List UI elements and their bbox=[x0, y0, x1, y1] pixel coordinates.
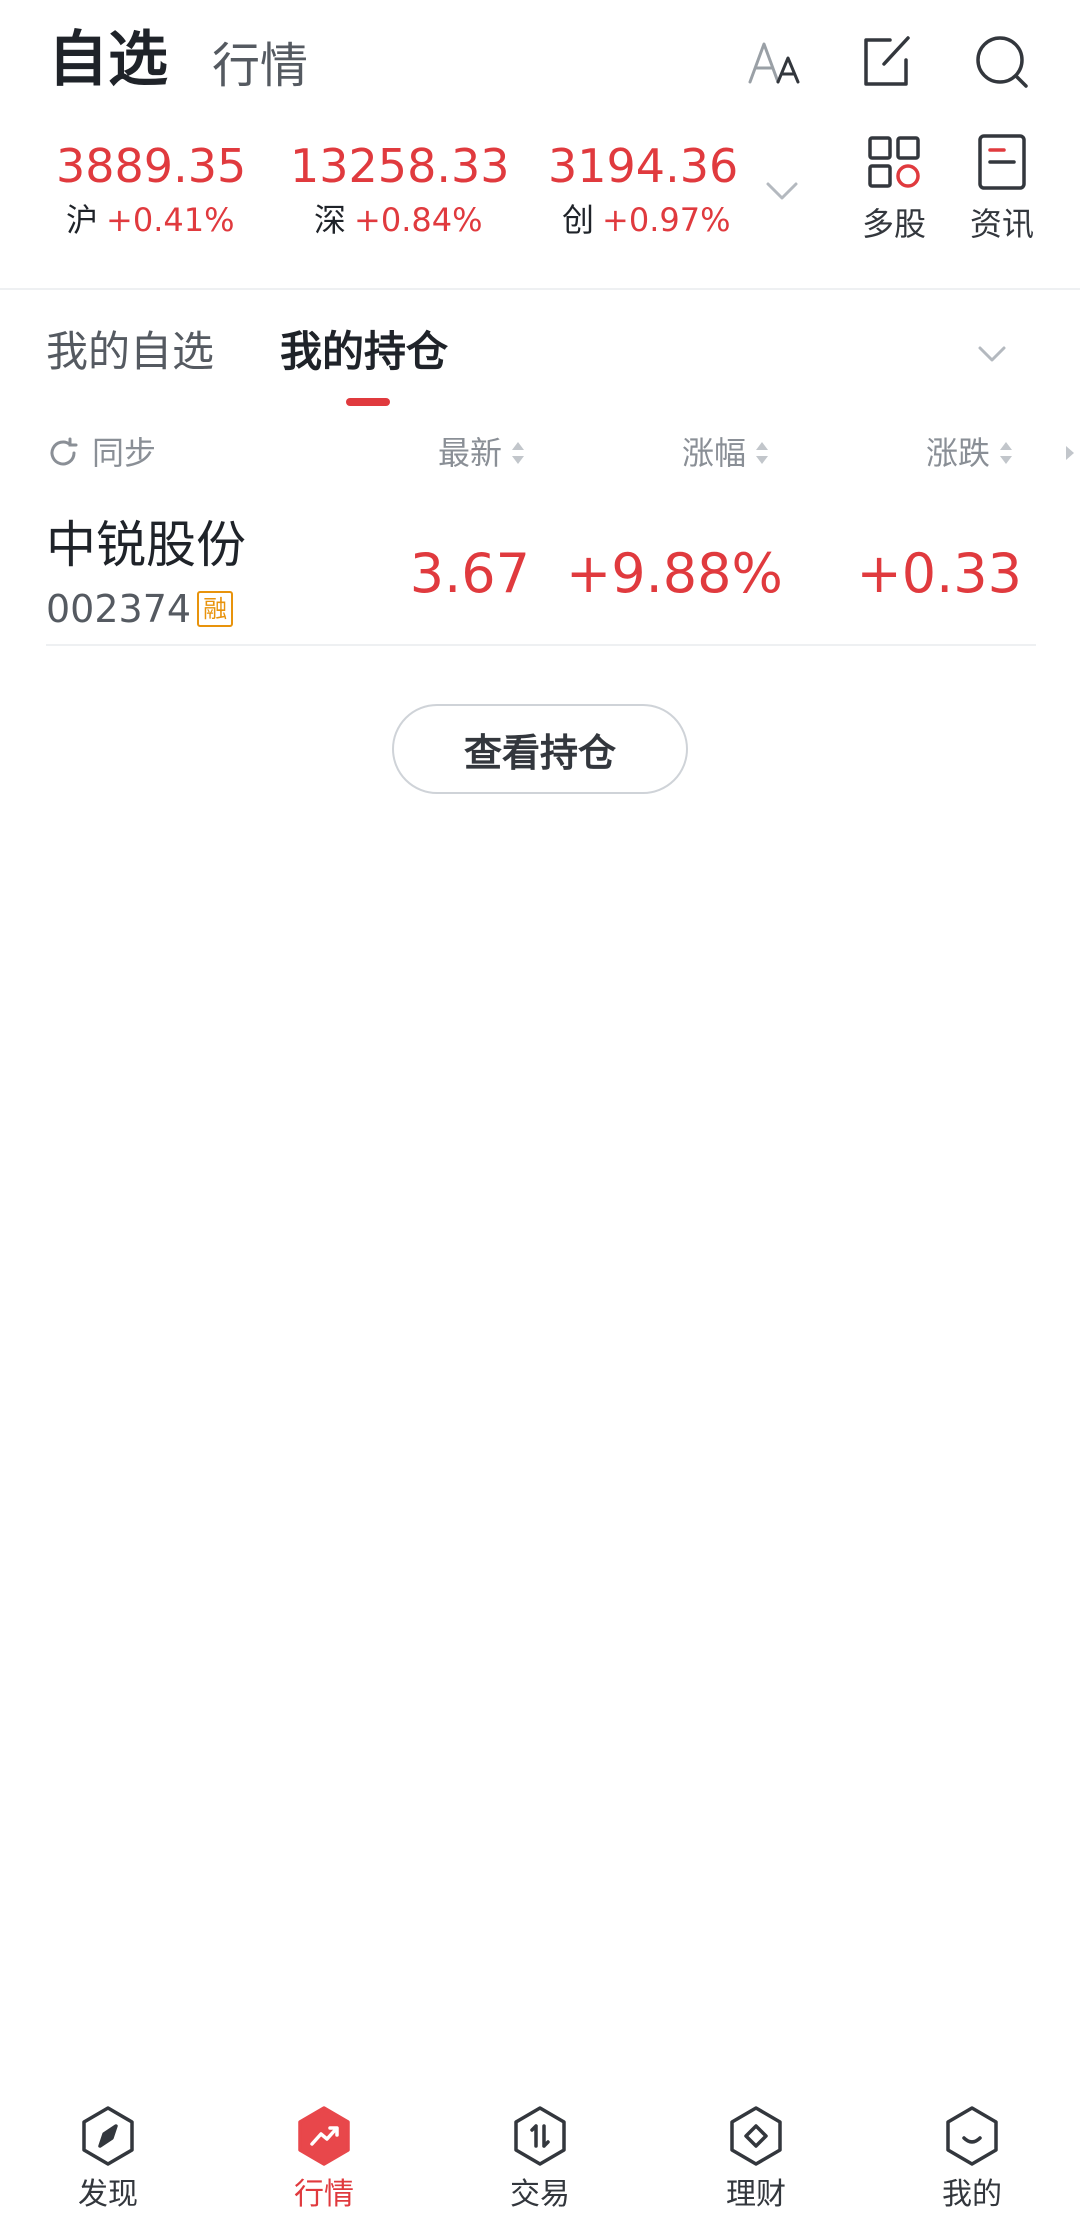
market-icon bbox=[298, 2106, 350, 2166]
change-amount: +0.33 bbox=[856, 542, 1022, 605]
page-title-watchlist[interactable]: 自选 bbox=[48, 22, 168, 98]
index-change: +0.97% bbox=[602, 201, 731, 239]
column-header-change[interactable]: 涨跌 bbox=[926, 430, 1014, 476]
index-change: +0.41% bbox=[106, 201, 235, 239]
margin-badge: 融 bbox=[197, 591, 234, 627]
sort-icon bbox=[756, 442, 769, 464]
nav-label: 发现 bbox=[78, 2177, 138, 2212]
index-change: +0.84% bbox=[354, 201, 483, 239]
nav-label: 我的 bbox=[942, 2177, 1002, 2212]
holdings-tabs: 我的自选 我的持仓 bbox=[0, 300, 1080, 410]
view-holdings-button[interactable]: 查看持仓 bbox=[392, 704, 688, 794]
nav-label: 理财 bbox=[726, 2177, 786, 2212]
scroll-right-icon[interactable] bbox=[1064, 444, 1076, 462]
index-value: 3889.35 bbox=[56, 139, 247, 193]
index-name: 深 bbox=[314, 201, 347, 239]
news-label: 资讯 bbox=[969, 205, 1034, 243]
chevron-down-icon[interactable] bbox=[760, 168, 804, 212]
chevron-down-icon[interactable] bbox=[972, 334, 1012, 374]
active-tab-indicator bbox=[346, 398, 390, 406]
index-sz[interactable]: 13258.33 深 +0.84% bbox=[290, 136, 510, 242]
divider bbox=[0, 288, 1080, 290]
refresh-icon bbox=[50, 437, 78, 466]
compass-icon bbox=[82, 2106, 134, 2166]
column-header-pct[interactable]: 涨幅 bbox=[682, 430, 770, 476]
stock-code: 002374 bbox=[46, 587, 192, 631]
bottom-nav: 发现 行情 交易 理财 我的 bbox=[0, 2090, 1080, 2238]
table-row[interactable]: 中锐股份 002374 融 3.67 +9.88% +0.33 bbox=[46, 502, 1036, 646]
nav-finance[interactable]: 理财 bbox=[681, 2104, 831, 2216]
search-icon[interactable] bbox=[966, 26, 1038, 98]
sort-icon bbox=[512, 442, 525, 464]
index-value: 3194.36 bbox=[548, 139, 739, 193]
sort-icon bbox=[1000, 442, 1013, 464]
news-button[interactable]: 资讯 bbox=[954, 130, 1050, 246]
sync-label: 同步 bbox=[92, 434, 157, 472]
nav-discover[interactable]: 发现 bbox=[33, 2104, 183, 2216]
page-title-market[interactable]: 行情 bbox=[212, 34, 308, 98]
sync-button[interactable]: 同步 bbox=[46, 430, 156, 476]
news-icon bbox=[978, 134, 1026, 190]
index-name: 沪 bbox=[66, 201, 99, 239]
edit-icon[interactable] bbox=[850, 26, 922, 98]
tab-holdings[interactable]: 我的持仓 bbox=[280, 324, 448, 380]
change-percent: +9.88% bbox=[566, 542, 783, 605]
index-cy[interactable]: 3194.36 创 +0.97% bbox=[548, 136, 738, 242]
table-header: 同步 最新 涨幅 涨跌 bbox=[0, 420, 1080, 490]
latest-price: 3.67 bbox=[409, 542, 530, 605]
trade-icon bbox=[514, 2106, 566, 2166]
index-value: 13258.33 bbox=[290, 139, 510, 193]
grid-icon bbox=[868, 136, 920, 188]
stock-name: 中锐股份 bbox=[46, 516, 246, 574]
nav-trade[interactable]: 交易 bbox=[465, 2104, 615, 2216]
nav-profile[interactable]: 我的 bbox=[897, 2104, 1047, 2216]
finance-icon bbox=[730, 2106, 782, 2166]
index-name: 创 bbox=[562, 201, 595, 239]
nav-market[interactable]: 行情 bbox=[249, 2104, 399, 2216]
profile-icon bbox=[946, 2106, 998, 2166]
index-ticker: 3889.35 沪 +0.41% 13258.33 深 +0.84% 3194.36… bbox=[0, 130, 1080, 288]
index-sh[interactable]: 3889.35 沪 +0.41% bbox=[56, 136, 246, 242]
top-bar: 自选 行情 bbox=[0, 0, 1080, 130]
multi-stock-button[interactable]: 多股 bbox=[846, 130, 942, 246]
multi-stock-label: 多股 bbox=[861, 205, 926, 243]
nav-label: 交易 bbox=[510, 2177, 570, 2212]
font-size-icon[interactable] bbox=[740, 26, 812, 98]
column-header-latest[interactable]: 最新 bbox=[438, 430, 526, 476]
nav-label: 行情 bbox=[294, 2177, 354, 2212]
tab-watchlist[interactable]: 我的自选 bbox=[46, 324, 214, 380]
